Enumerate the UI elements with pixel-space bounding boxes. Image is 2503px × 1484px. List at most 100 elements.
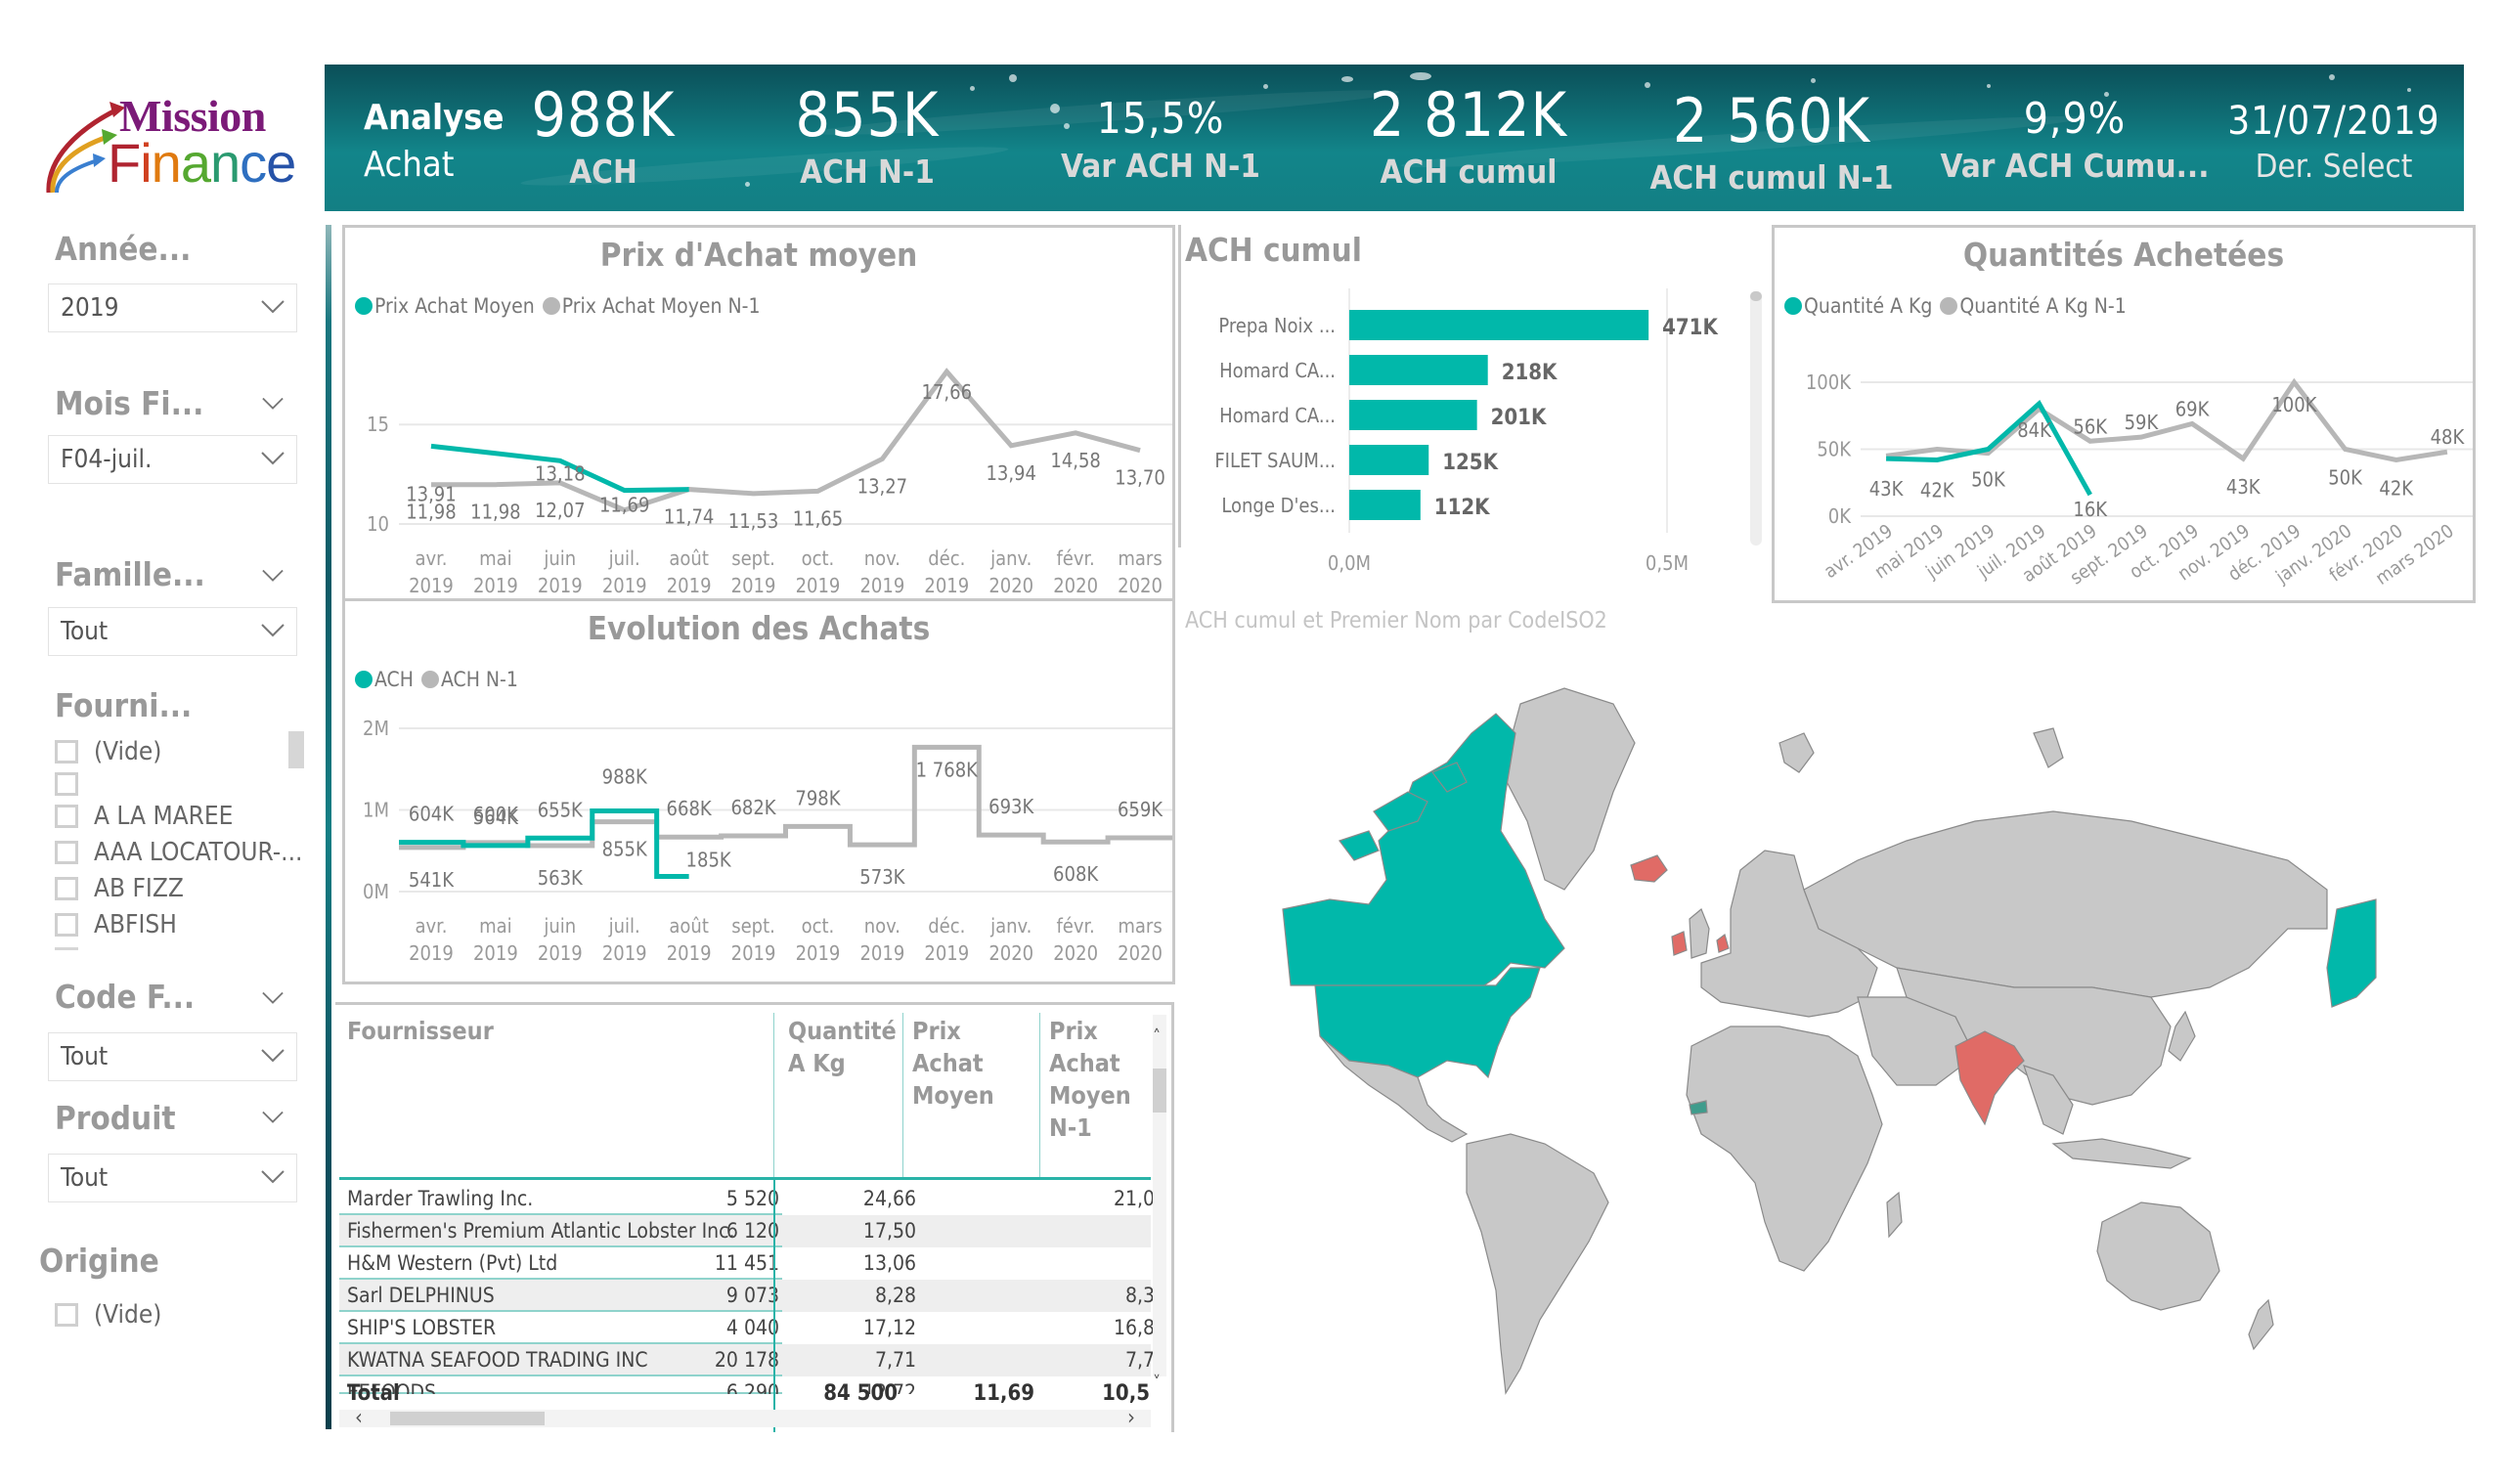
chevron-down-icon[interactable] — [262, 1107, 284, 1128]
cell-quantite: 6 290 — [725, 1380, 779, 1394]
fournisseur-scrollbar[interactable] — [288, 731, 304, 768]
fournisseur-option[interactable]: (Vide) — [55, 735, 161, 768]
chevron-down-icon[interactable] — [262, 393, 284, 415]
x-tick-label: 2019 — [473, 941, 518, 965]
map-country-iceland — [1630, 854, 1668, 883]
series-line-n1 — [399, 744, 1172, 851]
cell-fournisseur: KWATNA SEAFOOD TRADING INC — [347, 1348, 648, 1372]
checkbox[interactable] — [55, 1303, 78, 1327]
slicer-fournisseur-title: Fourni... — [55, 686, 193, 724]
total-label: Total — [347, 1381, 400, 1406]
cell-fournisseur: Marder Trawling Inc. — [347, 1187, 534, 1210]
fournisseur-option[interactable] — [55, 767, 94, 801]
data-label: 13,27 — [857, 474, 908, 498]
slicer-code-title: Code F... — [55, 978, 196, 1016]
chevron-down-icon[interactable] — [262, 987, 284, 1009]
kpi-ach-n1: 855K ACH N-1 — [721, 81, 1014, 191]
x-tick-label: mars — [1118, 914, 1162, 938]
world-map[interactable] — [1271, 675, 2425, 1398]
data-label: 56K — [2073, 415, 2108, 438]
data-label: 604K — [409, 803, 455, 826]
table-row[interactable]: KWATNA SEAFOOD TRADING INC 20 178 7,71 7,7 — [339, 1344, 1155, 1376]
x-tick-label: mai — [479, 914, 512, 938]
column-header-prix-n1[interactable]: Prix Achat Moyen N-1 — [1049, 1015, 1147, 1144]
cell-prix: 13,06 — [862, 1251, 916, 1275]
data-label: 59K — [2125, 411, 2160, 434]
table-row[interactable]: Marder Trawling Inc. 5 520 24,66 21,0 — [339, 1183, 1155, 1215]
data-label: 218K — [1502, 361, 1558, 385]
map-country-new-zealand — [2248, 1298, 2274, 1351]
data-label: 541K — [409, 868, 455, 892]
scroll-thumb[interactable] — [1750, 291, 1762, 301]
chart-ach-cumul-svg: 0,0M 0,5M Prepa Noix ... 471K Homard CA... 21… — [1214, 288, 1718, 575]
x-tick-label: juil. — [608, 546, 640, 570]
kpi-der-select: 31/07/2019 Der. Select — [2187, 82, 2464, 185]
kpi-value: 988K — [531, 79, 676, 151]
x-tick-label: janv. — [989, 546, 1032, 570]
bar — [1349, 310, 1649, 340]
y-tick-label: 15 — [367, 413, 389, 436]
slicer-code-dropdown[interactable]: Tout — [48, 1032, 297, 1081]
column-header-fournisseur[interactable]: Fournisseur — [347, 1015, 494, 1047]
checkbox[interactable] — [55, 877, 78, 900]
data-label: 693K — [988, 795, 1034, 818]
data-label: 13,18 — [535, 461, 586, 485]
table-row[interactable]: SHIP'S LOBSTER 4 040 17,12 16,8 — [339, 1312, 1155, 1344]
total-quantite: 84 500 — [823, 1381, 898, 1406]
kpi-var-ach-cumul: 9,9% Var ACH Cumu... — [1928, 82, 2221, 185]
checkbox[interactable] — [55, 805, 78, 828]
x-tick-label: 2019 — [796, 941, 841, 965]
dropdown-value: Tout — [61, 617, 109, 646]
fournisseur-option[interactable]: ABFISH — [55, 908, 177, 941]
bar-chart-scrollbar[interactable] — [1750, 291, 1762, 546]
map-country-netherlands — [1716, 933, 1730, 953]
scroll-right-icon[interactable]: › — [1127, 1406, 1135, 1430]
fournisseur-option[interactable]: AAA LOCATOUR-... — [55, 836, 302, 869]
kpi-banner: Analyse Achat 988K ACH 855K ACH N-1 15,5… — [325, 65, 2464, 211]
cell-quantite: 20 178 — [714, 1348, 779, 1372]
scroll-left-icon[interactable]: ‹ — [355, 1406, 363, 1430]
map-country-madagascar — [1886, 1191, 1903, 1239]
table-row[interactable]: Fishermen's Premium Atlantic Lobster Inc… — [339, 1215, 1151, 1247]
column-header-prix[interactable]: Prix Achat Moyen — [912, 1015, 1030, 1112]
column-header-quantite[interactable]: Quantité A Kg — [788, 1015, 905, 1079]
fournisseur-option[interactable]: AB FIZZ — [55, 872, 184, 905]
x-tick-label: nov. — [864, 546, 900, 570]
checkbox[interactable] — [55, 740, 78, 764]
data-label: 43K — [2226, 475, 2261, 499]
checkbox[interactable] — [55, 841, 78, 864]
origine-option[interactable]: (Vide) — [55, 1298, 161, 1331]
data-label: 14,58 — [1050, 449, 1101, 472]
slicer-famille-dropdown[interactable]: Tout — [48, 607, 297, 656]
x-tick-label: 2019 — [796, 574, 841, 597]
y-tick-label: 50K — [1817, 438, 1852, 461]
fournisseur-option[interactable]: A LA MAREE — [55, 800, 233, 833]
x-tick-label: déc. — [928, 546, 965, 570]
checkbox[interactable] — [55, 913, 78, 937]
scroll-thumb[interactable] — [1153, 1069, 1166, 1113]
scroll-down-icon[interactable]: ˅ — [1153, 1373, 1161, 1393]
table-row[interactable]: H&M Western (Pvt) Ltd 11 451 13,06 — [339, 1247, 1151, 1280]
chevron-down-icon[interactable] — [262, 565, 284, 587]
slicer-mois-dropdown[interactable]: F04-juil. — [48, 435, 297, 484]
x-tick-label: 2019 — [602, 941, 647, 965]
checkbox[interactable] — [55, 772, 78, 796]
chevron-down-icon — [261, 452, 285, 465]
data-label: 43K — [1869, 477, 1905, 501]
dropdown-value: F04-juil. — [61, 445, 153, 474]
slicer-produit-dropdown[interactable]: Tout — [48, 1154, 297, 1202]
x-tick-label: 2019 — [731, 574, 776, 597]
cell-quantite: 4 040 — [725, 1316, 779, 1339]
scroll-thumb[interactable] — [390, 1412, 545, 1425]
data-label: 668K — [667, 797, 713, 820]
data-label: 573K — [859, 865, 905, 889]
data-label: 48K — [2431, 425, 2466, 449]
scroll-up-icon[interactable]: ˄ — [1153, 1026, 1161, 1047]
table-vertical-scrollbar[interactable] — [1153, 1015, 1166, 1376]
slicer-annee-dropdown[interactable]: 2019 — [48, 284, 297, 332]
map-country-uk — [1689, 908, 1710, 959]
table-row[interactable]: Sarl DELPHINUS 9 073 8,28 8,3 — [339, 1280, 1155, 1312]
x-tick-label: 2020 — [988, 941, 1033, 965]
table-horizontal-scrollbar[interactable] — [339, 1410, 1151, 1427]
map-country-australia — [2096, 1201, 2220, 1311]
